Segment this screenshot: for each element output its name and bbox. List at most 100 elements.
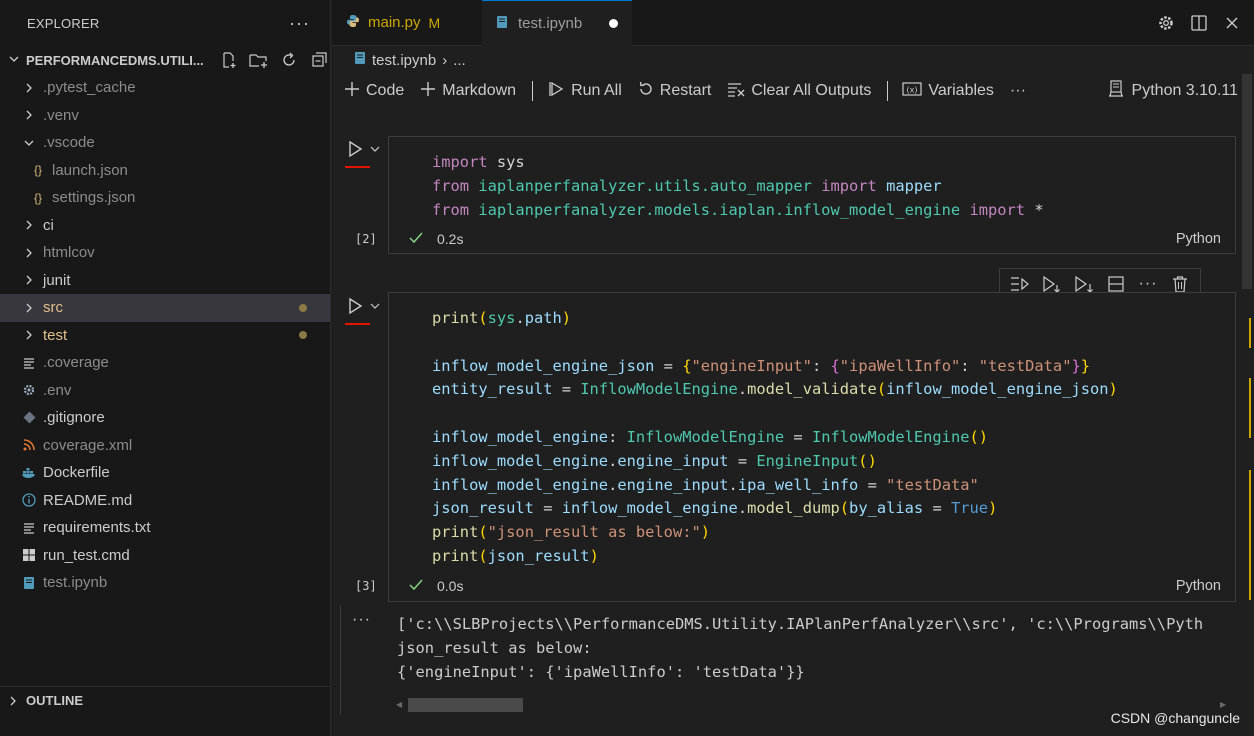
tree-item-label: .venv: [43, 106, 79, 124]
tree-item-src[interactable]: src: [0, 294, 330, 322]
variables-button[interactable]: (x) Variables: [902, 81, 994, 102]
tab-label: test.ipynb: [518, 15, 583, 32]
tab-test-ipynb[interactable]: test.ipynb: [482, 0, 632, 46]
watermark: CSDN @changuncle: [1110, 710, 1240, 726]
add-code-cell-button[interactable]: Code: [344, 81, 404, 102]
chevron-right-icon: [21, 302, 37, 314]
execution-count: [2]: [355, 232, 377, 246]
server-icon: [1108, 79, 1124, 103]
tree-item-vscode[interactable]: .vscode: [0, 129, 330, 157]
refresh-icon[interactable]: [279, 51, 299, 69]
cell-status-bar: [2] 0.2s Python: [355, 227, 1235, 251]
tree-item-junit[interactable]: junit: [0, 267, 330, 295]
tree-item-settings-json[interactable]: {} settings.json: [0, 184, 330, 212]
new-file-icon[interactable]: [219, 51, 239, 69]
settings-gear-icon[interactable]: [1156, 13, 1176, 33]
outline-section-header[interactable]: OUTLINE: [0, 686, 331, 714]
tree-item-coverage[interactable]: .coverage: [0, 349, 330, 377]
editor-area: main.py M test.ipynb test.ipynb › ... Co…: [332, 0, 1254, 736]
tree-item-dockerfile[interactable]: Dockerfile: [0, 459, 330, 487]
run-all-icon: [547, 81, 565, 102]
tree-item-pytest-cache[interactable]: .pytest_cache: [0, 74, 330, 102]
explorer-more-button[interactable]: ···: [289, 14, 310, 32]
workspace-name: PERFORMANCEDMS.UTILI...: [26, 52, 204, 68]
tree-item-ci[interactable]: ci: [0, 212, 330, 240]
collapse-all-icon[interactable]: [309, 51, 329, 69]
tab-label: main.py: [368, 14, 421, 31]
run-cell-button[interactable]: [345, 297, 380, 325]
run-all-label: Run All: [571, 82, 622, 99]
workspace-header[interactable]: PERFORMANCEDMS.UTILI...: [0, 46, 330, 74]
chevron-right-icon: [21, 219, 37, 231]
tree-item-test[interactable]: test: [0, 322, 330, 350]
tree-item-venv[interactable]: .venv: [0, 102, 330, 130]
outline-title: OUTLINE: [26, 693, 84, 708]
code-cell-1[interactable]: import sys from iaplanperfanalyzer.utils…: [332, 136, 1254, 256]
unsaved-dot[interactable]: [609, 19, 618, 28]
run-underline: [345, 166, 370, 168]
add-code-label: Code: [366, 82, 405, 99]
vertical-scrollbar-thumb[interactable]: [1242, 74, 1252, 289]
cell-code[interactable]: print(sys.path) inflow_model_engine_json…: [389, 293, 1235, 569]
tree-item-coverage-xml[interactable]: coverage.xml: [0, 432, 330, 460]
clear-all-outputs-button[interactable]: Clear All Outputs: [727, 81, 871, 102]
cell-language[interactable]: Python: [1176, 578, 1221, 594]
windows-icon: [21, 548, 37, 562]
cell-editor[interactable]: print(sys.path) inflow_model_engine_json…: [355, 292, 1236, 602]
toolbar-more-button[interactable]: ···: [1010, 82, 1026, 100]
restart-label: Restart: [659, 82, 712, 99]
scroll-left-arrow[interactable]: ◀: [396, 700, 402, 709]
tree-item-readme[interactable]: README.md: [0, 487, 330, 515]
check-icon: [409, 231, 423, 247]
json-icon: {}: [33, 163, 42, 178]
tree-item-htmlcov[interactable]: htmlcov: [0, 239, 330, 267]
output-more-button[interactable]: ···: [352, 611, 371, 629]
tree-item-label: ci: [43, 216, 54, 234]
cell-editor[interactable]: import sys from iaplanperfanalyzer.utils…: [355, 136, 1236, 254]
tree-item-test-ipynb[interactable]: test.ipynb: [0, 569, 330, 597]
tree-item-label: README.md: [43, 491, 133, 509]
toolbar-divider: [532, 81, 534, 101]
cell-language[interactable]: Python: [1176, 231, 1221, 247]
run-cell-button[interactable]: [345, 140, 380, 168]
tree-item-label: htmlcov: [43, 244, 95, 262]
breadcrumb-file[interactable]: test.ipynb: [372, 52, 436, 69]
horizontal-scrollbar-thumb[interactable]: [408, 698, 523, 712]
modified-dot: [299, 303, 307, 312]
restart-button[interactable]: Restart: [638, 81, 712, 102]
plus-icon: [420, 81, 436, 102]
cell-code[interactable]: import sys from iaplanperfanalyzer.utils…: [389, 137, 1235, 222]
clear-all-outputs-label: Clear All Outputs: [751, 82, 872, 99]
tree-item-label: .env: [43, 381, 72, 399]
close-icon[interactable]: [1222, 13, 1242, 33]
breadcrumb-separator: ›: [442, 51, 448, 69]
chevron-right-icon: [21, 274, 37, 286]
python-icon: [346, 14, 360, 31]
notebook-toolbar: Code Markdown Run All Restart Clear All …: [332, 74, 1254, 108]
cell-output: ··· ['c:\\SLBProjects\\PerformanceDMS.Ut…: [332, 605, 1254, 720]
tree-item-requirements[interactable]: requirements.txt: [0, 514, 330, 542]
modified-marker: [1249, 378, 1251, 438]
code-cell-2[interactable]: print(sys.path) inflow_model_engine_json…: [332, 292, 1254, 602]
modified-marker: [1249, 318, 1251, 348]
tree-item-label: test.ipynb: [43, 574, 108, 592]
breadcrumb-rest[interactable]: ...: [453, 52, 466, 69]
docker-icon: [21, 467, 37, 479]
add-markdown-cell-button[interactable]: Markdown: [420, 81, 516, 102]
tree-item-label: Dockerfile: [43, 464, 110, 482]
check-icon: [409, 578, 423, 594]
tree-item-gitignore[interactable]: .gitignore: [0, 404, 330, 432]
tree-item-run-test[interactable]: run_test.cmd: [0, 542, 330, 570]
split-editor-icon[interactable]: [1189, 13, 1209, 33]
tab-main-py[interactable]: main.py M: [332, 0, 482, 45]
execution-count: [3]: [355, 579, 377, 593]
run-all-button[interactable]: Run All: [547, 81, 622, 102]
tree-item-launch-json[interactable]: {} launch.json: [0, 157, 330, 185]
chevron-down-icon: [21, 137, 37, 149]
kernel-picker[interactable]: Python 3.10.11: [1108, 74, 1238, 108]
new-folder-icon[interactable]: [249, 51, 269, 69]
modified-badge: M: [428, 14, 441, 31]
tree-item-env[interactable]: .env: [0, 377, 330, 405]
json-icon: {}: [33, 190, 42, 205]
scroll-right-arrow[interactable]: ▶: [1220, 700, 1226, 709]
